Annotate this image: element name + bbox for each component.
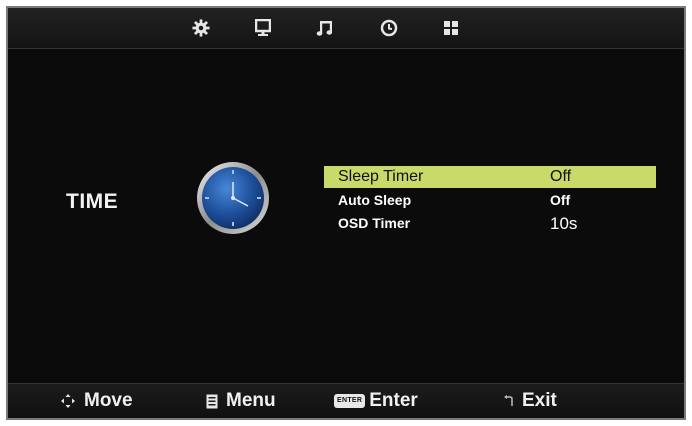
time-settings-menu: Sleep Timer Off Auto Sleep Off OSD Timer… [324, 166, 656, 235]
clock-icon [380, 19, 398, 37]
menu-item-value: 10s [550, 214, 578, 233]
menu-item-osd-timer[interactable]: OSD Timer 10s [324, 212, 656, 234]
hint-menu: Menu [206, 390, 276, 412]
tab-screen[interactable] [250, 16, 276, 40]
tab-time[interactable] [376, 16, 402, 40]
menu-item-value: Off [550, 168, 572, 185]
hint-move: Move [60, 390, 133, 412]
hint-exit-label: Exit [522, 390, 557, 411]
grid-icon [444, 21, 458, 35]
menu-item-label: Sleep Timer [338, 168, 424, 185]
hint-exit: Exit [504, 390, 557, 412]
clock-icon [195, 160, 271, 236]
tab-option[interactable] [438, 16, 464, 40]
menu-item-label: OSD Timer [338, 215, 411, 231]
hint-enter: ENTER Enter [334, 390, 418, 412]
menu-item-label: Auto Sleep [338, 192, 412, 208]
enter-key-icon: ENTER [334, 394, 366, 408]
menu-list-icon [206, 394, 218, 409]
menu-item-sleep-timer[interactable]: Sleep Timer Off [324, 166, 656, 188]
hint-move-label: Move [84, 390, 133, 411]
menu-item-auto-sleep[interactable]: Auto Sleep Off [324, 189, 656, 211]
hint-enter-label: Enter [369, 390, 418, 411]
tv-osd-screen: TIME Sleep Timer Off Auto Sleep Off OSD … [6, 6, 686, 420]
menu-item-value: Off [550, 192, 571, 208]
monitor-icon [255, 19, 271, 36]
exit-return-icon [504, 395, 514, 407]
music-note-icon [316, 21, 333, 36]
move-arrows-icon [60, 393, 76, 409]
menu-tab-bar [8, 8, 684, 49]
tab-picture-settings[interactable] [188, 16, 214, 40]
gear-icon [192, 19, 210, 37]
key-hint-bar: Move Menu ENTER Enter Exit [8, 383, 684, 418]
tab-sound[interactable] [312, 16, 338, 40]
hint-menu-label: Menu [226, 390, 276, 411]
section-title: TIME [66, 190, 119, 213]
